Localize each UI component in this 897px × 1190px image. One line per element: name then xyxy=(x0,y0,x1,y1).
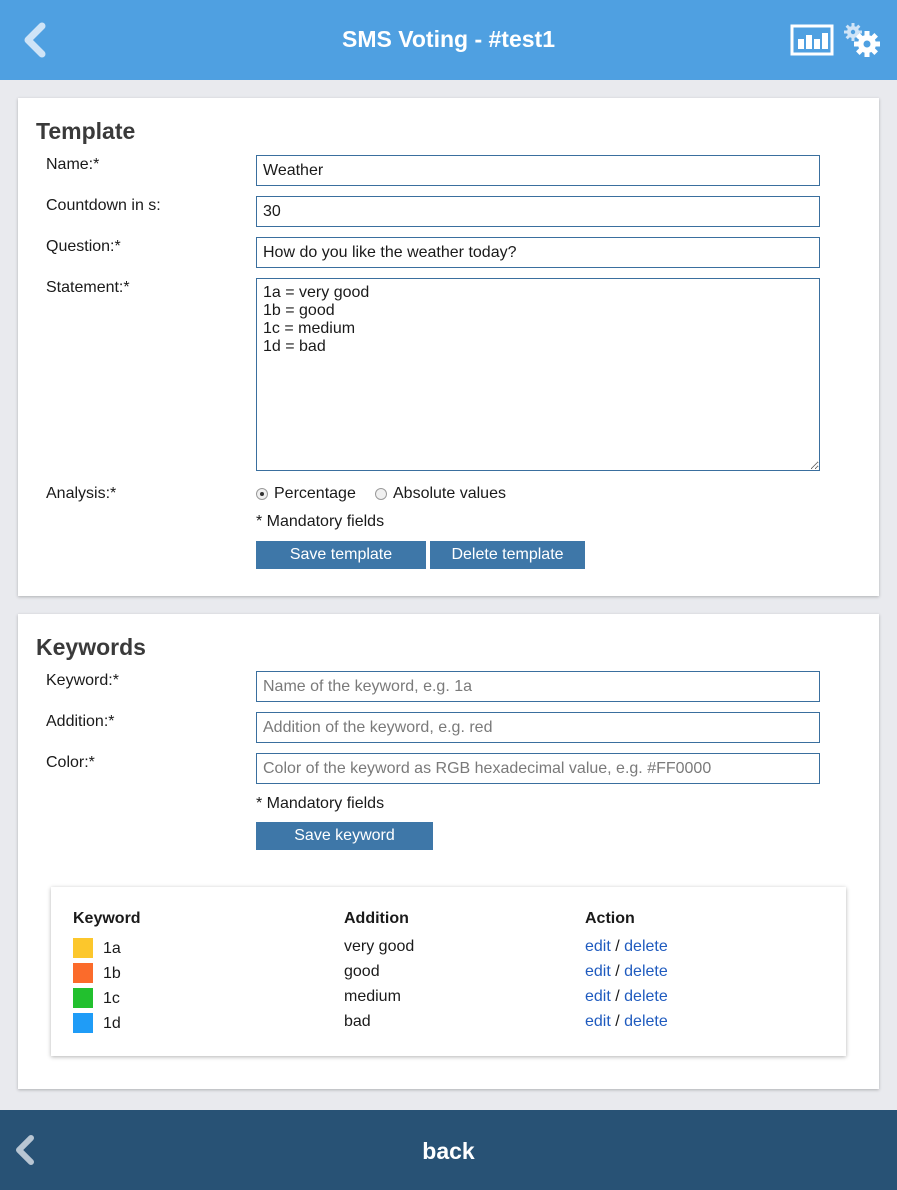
row-actions: edit / delete xyxy=(585,938,668,956)
save-keyword-button[interactable]: Save keyword xyxy=(256,822,433,850)
row-addition: medium xyxy=(344,988,401,1005)
edit-link[interactable]: edit xyxy=(585,1013,611,1030)
template-heading: Template xyxy=(36,118,136,144)
radio-absolute-label: Absolute values xyxy=(393,485,506,502)
delete-link[interactable]: delete xyxy=(624,963,668,980)
color-swatch xyxy=(73,988,93,1008)
row-keyword: 1c xyxy=(103,990,120,1007)
color-input[interactable] xyxy=(256,753,820,784)
table-row: 1b good edit / delete xyxy=(51,963,846,988)
edit-link[interactable]: edit xyxy=(585,963,611,980)
addition-input[interactable] xyxy=(256,712,820,743)
radio-unselected-icon[interactable] xyxy=(375,488,387,500)
delete-link[interactable]: delete xyxy=(624,1013,668,1030)
row-addition: good xyxy=(344,963,380,980)
column-header-keyword: Keyword xyxy=(73,910,141,927)
action-separator: / xyxy=(615,1013,620,1030)
statement-textarea[interactable]: 1a = very good 1b = good 1c = medium 1d … xyxy=(256,278,820,471)
keywords-heading: Keywords xyxy=(36,634,146,660)
mandatory-note: * Mandatory fields xyxy=(256,795,385,812)
color-swatch xyxy=(73,963,93,983)
row-actions: edit / delete xyxy=(585,988,668,1006)
addition-label: Addition:* xyxy=(46,713,115,730)
radio-selected-icon[interactable] xyxy=(256,488,268,500)
analysis-label: Analysis:* xyxy=(46,485,117,502)
top-bar: SMS Voting - #test1 xyxy=(0,0,897,80)
edit-link[interactable]: edit xyxy=(585,938,611,955)
template-card: Template Name:* Countdown in s: Question… xyxy=(18,98,879,596)
row-keyword: 1b xyxy=(103,965,121,982)
row-actions: edit / delete xyxy=(585,1013,668,1031)
column-header-addition: Addition xyxy=(344,910,409,927)
delete-link[interactable]: delete xyxy=(624,988,668,1005)
radio-percentage[interactable]: Percentage xyxy=(256,485,356,503)
name-label: Name:* xyxy=(46,156,100,173)
color-swatch xyxy=(73,938,93,958)
question-input[interactable] xyxy=(256,237,820,268)
action-separator: / xyxy=(615,938,620,955)
edit-link[interactable]: edit xyxy=(585,988,611,1005)
row-keyword: 1d xyxy=(103,1015,121,1032)
row-actions: edit / delete xyxy=(585,963,668,981)
keywords-card: Keywords Keyword:* Addition:* Color:* * … xyxy=(18,614,879,1089)
color-swatch xyxy=(73,1013,93,1033)
countdown-input[interactable] xyxy=(256,196,820,227)
table-row: 1d bad edit / delete xyxy=(51,1013,846,1038)
delete-link[interactable]: delete xyxy=(624,938,668,955)
statement-label: Statement:* xyxy=(46,279,130,296)
delete-template-button[interactable]: Delete template xyxy=(430,541,585,569)
name-input[interactable] xyxy=(256,155,820,186)
back-button[interactable]: back xyxy=(0,1138,897,1165)
save-template-button[interactable]: Save template xyxy=(256,541,426,569)
row-keyword: 1a xyxy=(103,940,121,957)
table-row: 1c medium edit / delete xyxy=(51,988,846,1013)
gears-icon[interactable] xyxy=(843,22,881,58)
action-separator: / xyxy=(615,963,620,980)
table-row: 1a very good edit / delete xyxy=(51,938,846,963)
keyword-input[interactable] xyxy=(256,671,820,702)
radio-percentage-label: Percentage xyxy=(274,485,356,502)
column-header-action: Action xyxy=(585,910,635,927)
row-addition: very good xyxy=(344,938,415,955)
row-addition: bad xyxy=(344,1013,371,1030)
action-separator: / xyxy=(615,988,620,1005)
color-label: Color:* xyxy=(46,754,95,771)
bottom-bar[interactable]: back xyxy=(0,1110,897,1190)
mandatory-note: * Mandatory fields xyxy=(256,513,385,530)
radio-absolute-values[interactable]: Absolute values xyxy=(375,485,506,503)
countdown-label: Countdown in s: xyxy=(46,197,161,214)
bar-chart-icon[interactable] xyxy=(790,23,834,57)
page-title: SMS Voting - #test1 xyxy=(342,26,555,52)
keyword-label: Keyword:* xyxy=(46,672,119,689)
question-label: Question:* xyxy=(46,238,121,255)
keyword-table: Keyword Addition Action 1a very good edi… xyxy=(51,887,846,1056)
